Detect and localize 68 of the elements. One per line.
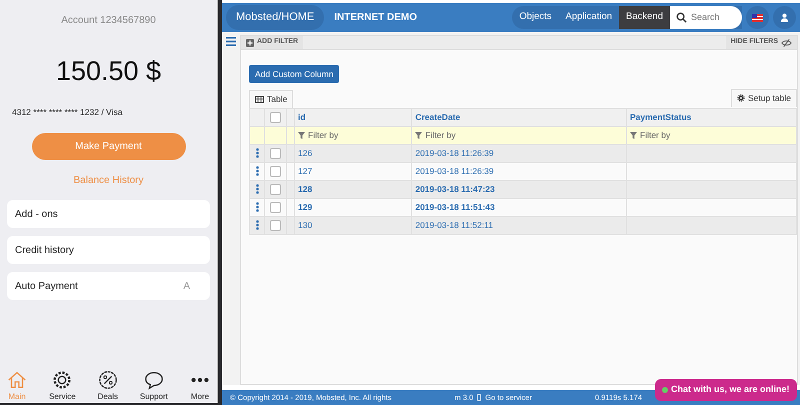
- row-menu-icon[interactable]: [256, 220, 258, 230]
- table-cell: 126: [298, 148, 312, 158]
- table-cell: 129: [298, 202, 312, 212]
- table-cell: 128: [298, 184, 312, 194]
- plus-icon: [246, 38, 254, 46]
- filter-icon: [415, 132, 422, 140]
- tab-bar-item[interactable]: Deals: [96, 369, 119, 403]
- language-button[interactable]: [746, 6, 769, 29]
- chat-button[interactable]: Chat with us, we are online!: [655, 379, 797, 400]
- table-cell: 2019-03-18 11:51:43: [415, 202, 495, 212]
- row-menu-icon[interactable]: [256, 184, 258, 194]
- table-view-tab[interactable]: Table: [249, 90, 294, 108]
- menu-item-hint: A: [183, 280, 190, 294]
- column-header[interactable]: id: [294, 108, 412, 126]
- menu-item[interactable]: Add - ons: [7, 200, 210, 228]
- balance-amount: 150.50 $: [54, 55, 162, 88]
- account-number: Account 1234567890: [60, 14, 157, 28]
- table-cell: 127: [298, 166, 312, 176]
- add-custom-column-button[interactable]: Add Custom Column: [249, 65, 340, 83]
- search-field[interactable]: Search: [670, 6, 742, 29]
- menu-item[interactable]: Auto Payment A: [7, 272, 210, 300]
- gear-icon: [736, 94, 745, 102]
- row-menu-icon[interactable]: [256, 148, 258, 158]
- row-menu-icon[interactable]: [256, 166, 258, 176]
- row-checkbox[interactable]: [270, 202, 281, 213]
- menu-item[interactable]: Credit history: [7, 236, 210, 264]
- filter-field[interactable]: Filter by: [626, 126, 796, 144]
- nav-link[interactable]: Application: [558, 6, 620, 29]
- user-icon: [780, 13, 789, 22]
- menu-icon[interactable]: [226, 37, 236, 46]
- user-button[interactable]: [773, 6, 796, 29]
- column-header[interactable]: CreateDate: [412, 108, 626, 126]
- tab-bar-item[interactable]: More: [188, 369, 211, 403]
- row-checkbox[interactable]: [270, 166, 281, 177]
- brand-link[interactable]: Mobsted/HOME: [226, 5, 324, 30]
- row-checkbox[interactable]: [270, 220, 281, 231]
- home-icon: [6, 369, 28, 391]
- percent-icon: [96, 369, 119, 391]
- table-cell: 2019-03-18 11:52:11: [415, 220, 494, 230]
- nav-link[interactable]: Objects: [512, 6, 559, 29]
- filter-icon: [630, 132, 637, 140]
- app-title: INTERNET DEMO: [334, 11, 418, 25]
- table-icon: [255, 96, 264, 103]
- online-dot-icon: [662, 386, 668, 393]
- search-icon: [676, 12, 687, 23]
- nav-link[interactable]: Backend: [619, 6, 670, 29]
- phone-icon: [477, 394, 482, 401]
- gear-icon: [51, 369, 74, 391]
- table-cell: 2019-03-18 11:47:23: [415, 184, 495, 194]
- column-header[interactable]: PaymentStatus: [626, 108, 796, 126]
- filter-icon: [298, 132, 305, 140]
- eye-slash-icon: [781, 38, 792, 46]
- table-cell: 2019-03-18 11:26:39: [415, 166, 494, 176]
- card-number: 4312 **** **** **** 1232 / Visa: [12, 106, 124, 118]
- table-cell: 2019-03-18 11:26:39: [415, 148, 494, 158]
- row-checkbox[interactable]: [270, 184, 281, 195]
- row-checkbox[interactable]: [270, 112, 281, 123]
- filter-field[interactable]: Filter by: [294, 126, 412, 144]
- row-checkbox[interactable]: [270, 148, 281, 159]
- setup-table-button[interactable]: Setup table: [730, 89, 797, 107]
- speech-bubble-icon: [142, 369, 165, 391]
- flag-icon: [752, 14, 763, 22]
- tab-bar-item[interactable]: Service: [49, 369, 76, 403]
- row-menu-icon[interactable]: [256, 202, 258, 212]
- table-cell: 130: [298, 220, 312, 230]
- tab-bar-item[interactable]: Support: [140, 369, 168, 403]
- more-icon: [188, 377, 211, 383]
- filter-field[interactable]: Filter by: [412, 126, 626, 144]
